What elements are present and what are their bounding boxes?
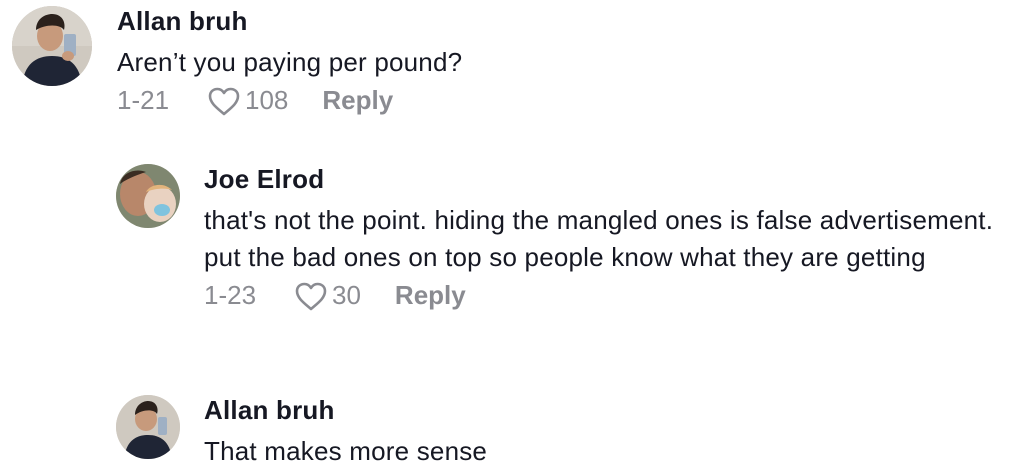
reply-item: Allan bruh That makes more sense [116, 395, 487, 470]
comment-date: 1-21 [117, 85, 170, 115]
avatar[interactable] [116, 164, 180, 228]
like-button[interactable]: 30 [294, 280, 361, 311]
like-count: 108 [245, 85, 289, 115]
reply-item: Joe Elrod that's not the point. hiding t… [116, 164, 1024, 311]
comment-meta: 1-21 108 Reply [117, 85, 462, 116]
like-button[interactable]: 108 [207, 85, 288, 116]
like-count: 30 [332, 280, 361, 310]
comment-username[interactable]: Allan bruh [204, 395, 487, 425]
comment-meta: 1-23 30 Reply [204, 280, 1024, 311]
comment-item: Allan bruh Aren’t you paying per pound? … [12, 6, 462, 116]
comment-username[interactable]: Joe Elrod [204, 164, 1024, 194]
avatar[interactable] [116, 395, 180, 459]
comment-date: 1-23 [204, 280, 257, 310]
comment-text: Aren’t you paying per pound? [117, 47, 463, 77]
reply-button[interactable]: Reply [322, 85, 393, 116]
comment-text: that's not the point. hiding the mangled… [204, 205, 994, 272]
comment-username[interactable]: Allan bruh [117, 6, 462, 36]
heart-outline-icon [208, 87, 240, 115]
avatar[interactable] [12, 6, 92, 86]
reply-button[interactable]: Reply [395, 280, 466, 311]
comment-text: That makes more sense [204, 436, 488, 466]
heart-outline-icon [295, 282, 327, 310]
